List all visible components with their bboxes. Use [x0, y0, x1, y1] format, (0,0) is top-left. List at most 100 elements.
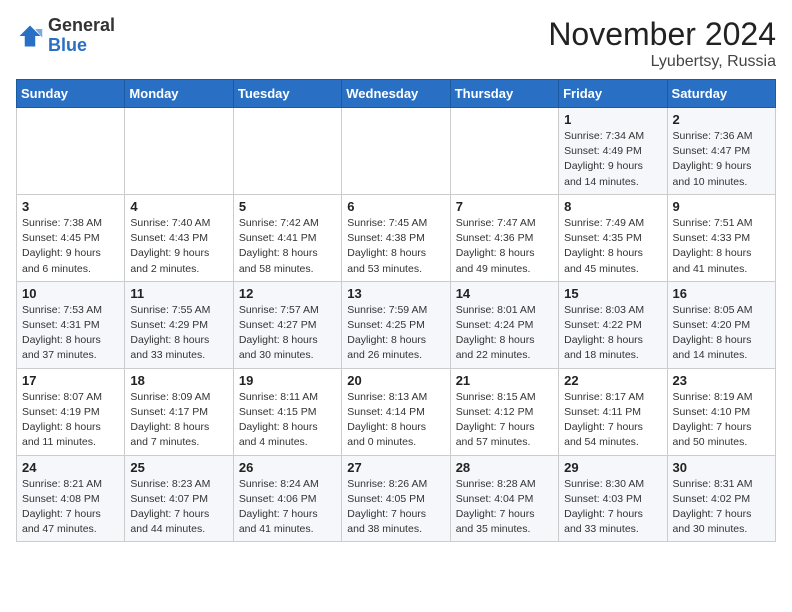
calendar-header-row: SundayMondayTuesdayWednesdayThursdayFrid… [17, 80, 776, 108]
day-info: Sunrise: 8:24 AM Sunset: 4:06 PM Dayligh… [239, 477, 336, 538]
day-number: 22 [564, 373, 661, 388]
calendar-week-row: 1Sunrise: 7:34 AM Sunset: 4:49 PM Daylig… [17, 108, 776, 195]
day-info: Sunrise: 8:30 AM Sunset: 4:03 PM Dayligh… [564, 477, 661, 538]
location: Lyubertsy, Russia [548, 53, 776, 71]
logo-text: General Blue [48, 16, 115, 56]
calendar-cell: 21Sunrise: 8:15 AM Sunset: 4:12 PM Dayli… [450, 368, 558, 455]
day-number: 30 [673, 460, 770, 475]
day-number: 12 [239, 286, 336, 301]
calendar-cell: 15 Sunrise: 8:03 AM Sunset: 4:22 PM Dayli… [559, 281, 667, 368]
day-number: 19 [239, 373, 336, 388]
calendar-week-row: 17 Sunrise: 8:07 AM Sunset: 4:19 PM Dayli… [17, 368, 776, 455]
day-info: Sunrise: 7:40 AM Sunset: 4:43 PM Dayligh… [130, 216, 227, 277]
day-info: Sunrise: 7:47 AM Sunset: 4:36 PM Dayligh… [456, 216, 553, 277]
calendar-cell [233, 108, 341, 195]
day-info: Sunrise: 7:57 AM Sunset: 4:27 PM Dayligh… [239, 303, 336, 364]
month-title: November 2024 [548, 16, 776, 53]
day-number: 13 [347, 286, 444, 301]
day-info: Sunrise: 7:34 AM Sunset: 4:49 PM Dayligh… [564, 129, 661, 190]
day-number: 25 [130, 460, 227, 475]
calendar-header-sunday: Sunday [17, 80, 125, 108]
day-number: 8 [564, 199, 661, 214]
day-info: Sunrise: 8:23 AM Sunset: 4:07 PM Dayligh… [130, 477, 227, 538]
day-info: Sunrise: 7:51 AM Sunset: 4:33 PM Dayligh… [673, 216, 770, 277]
logo-blue: Blue [48, 35, 87, 55]
calendar-cell: 2 Sunrise: 7:36 AM Sunset: 4:47 PM Daylig… [667, 108, 775, 195]
day-info: Sunrise: 7:55 AM Sunset: 4:29 PM Dayligh… [130, 303, 227, 364]
calendar-cell: 8 Sunrise: 7:49 AM Sunset: 4:35 PM Daylig… [559, 194, 667, 281]
day-number: 26 [239, 460, 336, 475]
day-number: 29 [564, 460, 661, 475]
logo-icon [16, 22, 44, 50]
calendar-table: SundayMondayTuesdayWednesdayThursdayFrid… [16, 79, 776, 542]
day-number: 15 [564, 286, 661, 301]
page-header: General Blue November 2024 Lyubertsy, Ru… [16, 16, 776, 71]
calendar-cell: 20 Sunrise: 8:13 AM Sunset: 4:14 PM Dayli… [342, 368, 450, 455]
calendar-cell: 18Sunrise: 8:09 AM Sunset: 4:17 PM Dayli… [125, 368, 233, 455]
calendar-cell: 25 Sunrise: 8:23 AM Sunset: 4:07 PM Dayli… [125, 455, 233, 542]
day-info: Sunrise: 7:38 AM Sunset: 4:45 PM Dayligh… [22, 216, 119, 277]
calendar-week-row: 10 Sunrise: 7:53 AM Sunset: 4:31 PM Dayli… [17, 281, 776, 368]
day-number: 9 [673, 199, 770, 214]
calendar-cell: 30 Sunrise: 8:31 AM Sunset: 4:02 PM Dayli… [667, 455, 775, 542]
day-number: 5 [239, 199, 336, 214]
day-number: 14 [456, 286, 553, 301]
calendar-cell: 11 Sunrise: 7:55 AM Sunset: 4:29 PM Dayli… [125, 281, 233, 368]
day-info: Sunrise: 7:36 AM Sunset: 4:47 PM Dayligh… [673, 129, 770, 190]
calendar-cell: 6 Sunrise: 7:45 AM Sunset: 4:38 PM Daylig… [342, 194, 450, 281]
calendar-header-friday: Friday [559, 80, 667, 108]
calendar-cell: 3 Sunrise: 7:38 AM Sunset: 4:45 PM Daylig… [17, 194, 125, 281]
calendar-cell: 12 Sunrise: 7:57 AM Sunset: 4:27 PM Dayli… [233, 281, 341, 368]
day-info: Sunrise: 7:45 AM Sunset: 4:38 PM Dayligh… [347, 216, 444, 277]
calendar-cell: 28 Sunrise: 8:28 AM Sunset: 4:04 PM Dayli… [450, 455, 558, 542]
day-number: 27 [347, 460, 444, 475]
calendar-header-wednesday: Wednesday [342, 80, 450, 108]
day-info: Sunrise: 8:31 AM Sunset: 4:02 PM Dayligh… [673, 477, 770, 538]
calendar-cell [342, 108, 450, 195]
calendar-cell [125, 108, 233, 195]
calendar-cell: 24 Sunrise: 8:21 AM Sunset: 4:08 PM Dayli… [17, 455, 125, 542]
calendar-cell: 5 Sunrise: 7:42 AM Sunset: 4:41 PM Daylig… [233, 194, 341, 281]
day-info: Sunrise: 8:21 AM Sunset: 4:08 PM Dayligh… [22, 477, 119, 538]
day-number: 11 [130, 286, 227, 301]
calendar-cell: 10 Sunrise: 7:53 AM Sunset: 4:31 PM Dayli… [17, 281, 125, 368]
day-info: Sunrise: 8:19 AM Sunset: 4:10 PM Dayligh… [673, 390, 770, 451]
day-info: Sunrise: 8:01 AM Sunset: 4:24 PM Dayligh… [456, 303, 553, 364]
day-number: 24 [22, 460, 119, 475]
calendar-header-thursday: Thursday [450, 80, 558, 108]
calendar-header-tuesday: Tuesday [233, 80, 341, 108]
calendar-cell: 13 Sunrise: 7:59 AM Sunset: 4:25 PM Dayli… [342, 281, 450, 368]
calendar-cell [17, 108, 125, 195]
calendar-week-row: 3 Sunrise: 7:38 AM Sunset: 4:45 PM Daylig… [17, 194, 776, 281]
logo-general: General [48, 15, 115, 35]
day-number: 10 [22, 286, 119, 301]
calendar-cell: 17 Sunrise: 8:07 AM Sunset: 4:19 PM Dayli… [17, 368, 125, 455]
day-number: 28 [456, 460, 553, 475]
day-info: Sunrise: 7:53 AM Sunset: 4:31 PM Dayligh… [22, 303, 119, 364]
day-info: Sunrise: 7:49 AM Sunset: 4:35 PM Dayligh… [564, 216, 661, 277]
day-number: 3 [22, 199, 119, 214]
day-info: Sunrise: 8:07 AM Sunset: 4:19 PM Dayligh… [22, 390, 119, 451]
day-number: 18 [130, 373, 227, 388]
day-number: 17 [22, 373, 119, 388]
day-number: 2 [673, 112, 770, 127]
day-number: 6 [347, 199, 444, 214]
day-info: Sunrise: 8:28 AM Sunset: 4:04 PM Dayligh… [456, 477, 553, 538]
day-info: Sunrise: 8:13 AM Sunset: 4:14 PM Dayligh… [347, 390, 444, 451]
calendar-cell: 16Sunrise: 8:05 AM Sunset: 4:20 PM Dayli… [667, 281, 775, 368]
day-info: Sunrise: 8:17 AM Sunset: 4:11 PM Dayligh… [564, 390, 661, 451]
calendar-cell: 9 Sunrise: 7:51 AM Sunset: 4:33 PM Daylig… [667, 194, 775, 281]
day-info: Sunrise: 8:03 AM Sunset: 4:22 PM Dayligh… [564, 303, 661, 364]
day-info: Sunrise: 7:42 AM Sunset: 4:41 PM Dayligh… [239, 216, 336, 277]
day-number: 20 [347, 373, 444, 388]
calendar-cell: 1Sunrise: 7:34 AM Sunset: 4:49 PM Daylig… [559, 108, 667, 195]
calendar-cell: 7Sunrise: 7:47 AM Sunset: 4:36 PM Daylig… [450, 194, 558, 281]
day-info: Sunrise: 8:26 AM Sunset: 4:05 PM Dayligh… [347, 477, 444, 538]
calendar-cell: 14 Sunrise: 8:01 AM Sunset: 4:24 PM Dayli… [450, 281, 558, 368]
calendar-cell: 23Sunrise: 8:19 AM Sunset: 4:10 PM Dayli… [667, 368, 775, 455]
day-number: 16 [673, 286, 770, 301]
day-info: Sunrise: 7:59 AM Sunset: 4:25 PM Dayligh… [347, 303, 444, 364]
calendar-cell: 22 Sunrise: 8:17 AM Sunset: 4:11 PM Dayli… [559, 368, 667, 455]
calendar-cell: 4Sunrise: 7:40 AM Sunset: 4:43 PM Daylig… [125, 194, 233, 281]
calendar-cell: 29 Sunrise: 8:30 AM Sunset: 4:03 PM Dayli… [559, 455, 667, 542]
